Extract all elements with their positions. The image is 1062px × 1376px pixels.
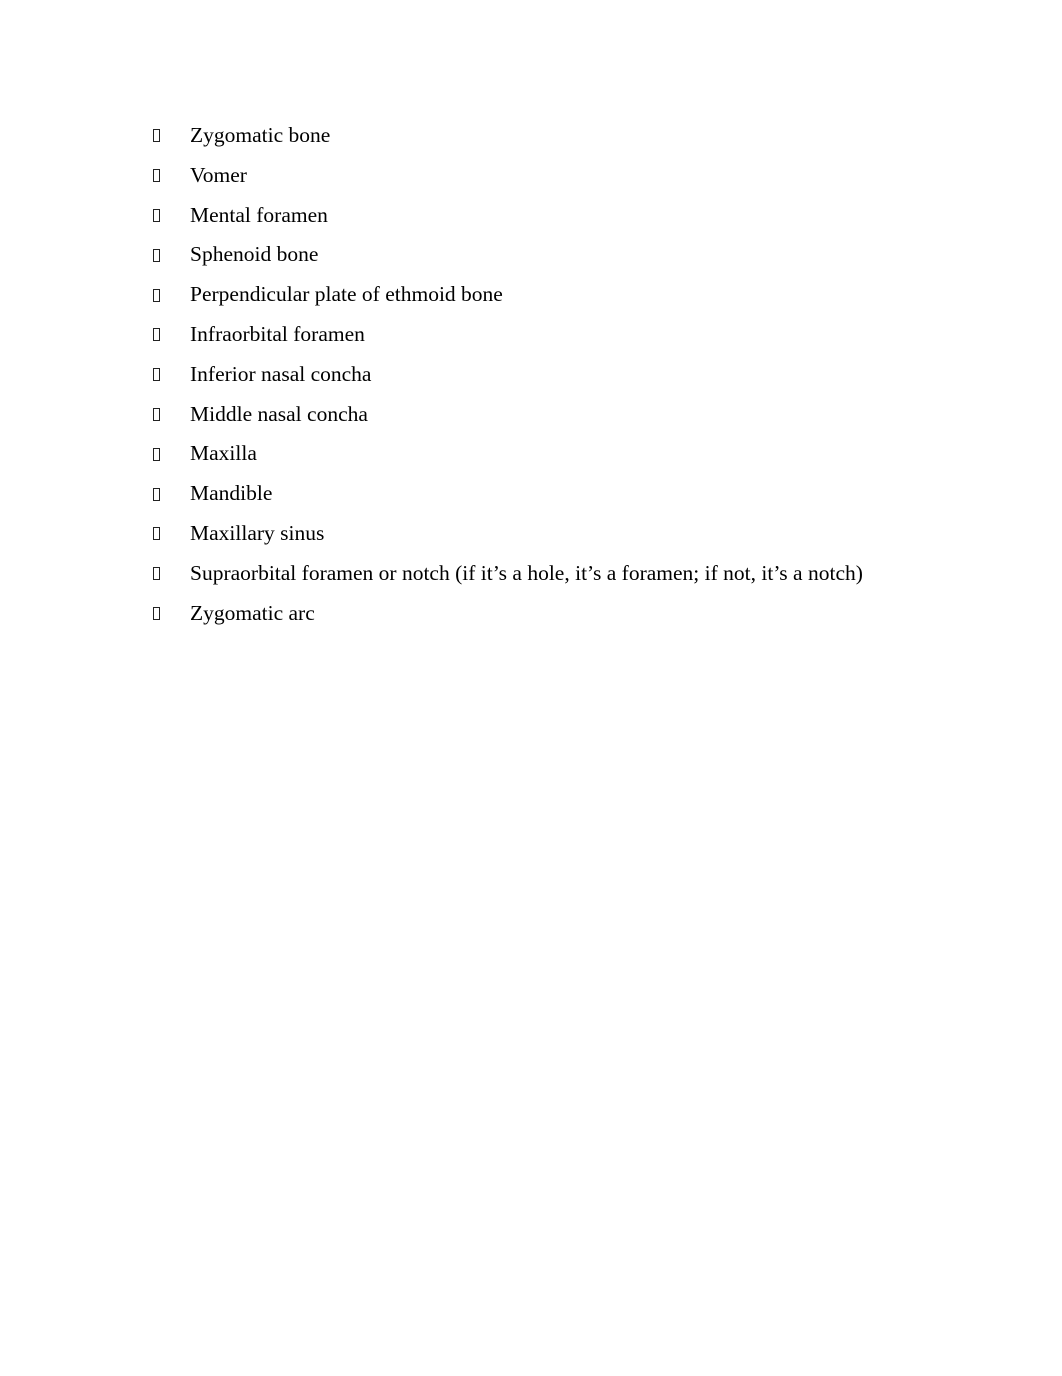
missing-glyph-box-icon <box>153 447 160 461</box>
list-item-label: Infraorbital foramen <box>190 321 365 346</box>
missing-glyph-box-icon <box>153 567 160 581</box>
list-item-label: Zygomatic arc <box>190 600 315 625</box>
list-item-label: Maxilla <box>190 441 257 466</box>
list-item-label: Middle nasal concha <box>190 401 368 426</box>
list-item: Mental foramen <box>0 196 1062 236</box>
list-item-label: Zygomatic bone <box>190 123 331 147</box>
list-item: Middle nasal concha <box>0 395 1062 435</box>
missing-glyph-box-icon <box>153 208 160 222</box>
document-page: Zygomatic bone Vomer Mental foramen Sphe… <box>0 0 1062 1376</box>
anatomy-term-list: Zygomatic bone Vomer Mental foramen Sphe… <box>0 116 1062 633</box>
list-item-label: Supraorbital foramen or notch (if it’s a… <box>190 560 863 585</box>
missing-glyph-box-icon <box>153 169 160 183</box>
document-body: Zygomatic bone Vomer Mental foramen Sphe… <box>0 0 1062 633</box>
missing-glyph-box-icon <box>153 487 160 501</box>
missing-glyph-box-icon <box>153 407 160 421</box>
missing-glyph-box-icon <box>153 606 160 620</box>
list-item-label: Perpendicular plate of ethmoid bone <box>190 282 503 307</box>
list-item: Sphenoid bone <box>0 235 1062 275</box>
list-item: Inferior nasal concha <box>0 355 1062 395</box>
missing-glyph-box-icon <box>153 527 160 541</box>
list-item: Zygomatic bone <box>0 116 1062 156</box>
list-item: Mandible <box>0 474 1062 514</box>
list-item-label: Inferior nasal concha <box>190 361 372 386</box>
list-item: Vomer <box>0 156 1062 196</box>
list-item-label: Mandible <box>190 481 273 506</box>
list-item-label: Sphenoid bone <box>190 242 319 267</box>
list-item: Zygomatic arc <box>0 594 1062 634</box>
list-item: Maxillary sinus <box>0 514 1062 554</box>
list-item-label: Vomer <box>190 162 247 187</box>
list-item: Infraorbital foramen <box>0 315 1062 355</box>
missing-glyph-box-icon <box>153 328 160 342</box>
list-item: Maxilla <box>0 434 1062 474</box>
list-item-label: Maxillary sinus <box>190 520 325 545</box>
list-item-label: Mental foramen <box>190 202 328 227</box>
missing-glyph-box-icon <box>153 288 160 302</box>
missing-glyph-box-icon <box>153 248 160 262</box>
list-item: Supraorbital foramen or notch (if it’s a… <box>0 554 1062 594</box>
missing-glyph-box-icon <box>153 129 160 143</box>
list-item: Perpendicular plate of ethmoid bone <box>0 275 1062 315</box>
missing-glyph-box-icon <box>153 368 160 382</box>
